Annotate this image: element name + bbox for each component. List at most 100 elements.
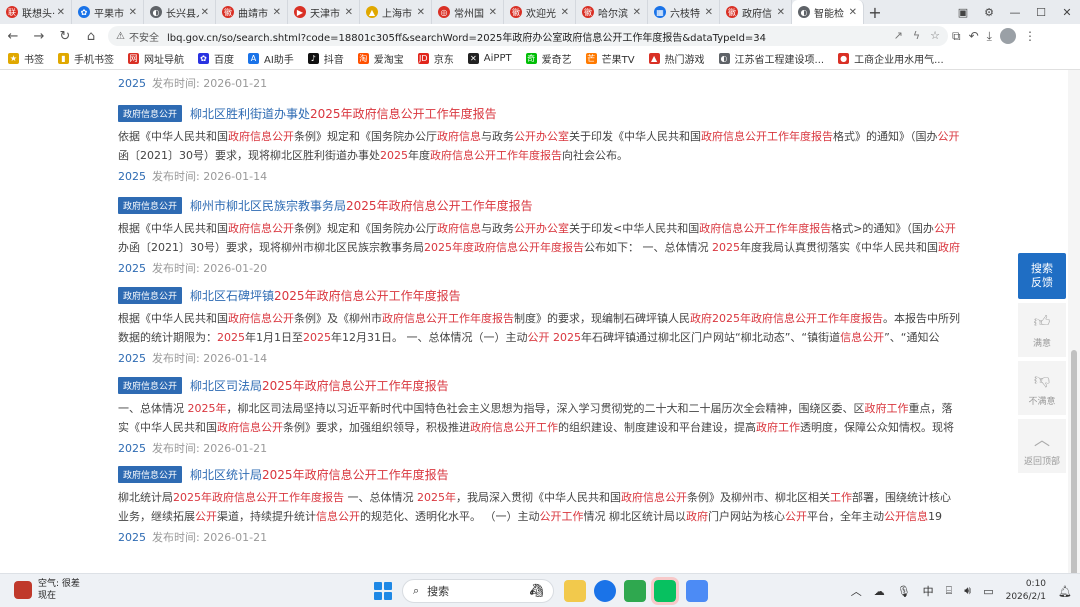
tab-1[interactable]: ✿ 平果市 ✕ [72, 0, 144, 24]
close-icon[interactable]: ✕ [345, 7, 353, 18]
history-back-icon[interactable]: ↶ [969, 29, 979, 43]
close-icon[interactable]: ✕ [561, 7, 569, 18]
volume-icon[interactable]: 🔊︎ [964, 584, 971, 598]
close-icon[interactable]: ✕ [849, 7, 857, 18]
result-title-link[interactable]: 柳北区统计局2025年政府信息公开工作年度报告 [190, 466, 449, 483]
category-badge[interactable]: 政府信息公开 [118, 286, 183, 304]
close-window-icon[interactable]: ✕ [1054, 6, 1080, 19]
tab-3[interactable]: 徽曲靖市 ✕ [216, 0, 288, 24]
bookmark-favicon-icon: A [248, 53, 259, 64]
close-icon[interactable]: ✕ [129, 7, 137, 18]
result-title-link[interactable]: 柳北区司法局2025年政府信息公开工作年度报告 [190, 377, 449, 394]
minimize-icon[interactable]: — [1002, 6, 1028, 19]
reload-icon[interactable]: ↻ [52, 29, 78, 44]
close-icon[interactable]: ✕ [705, 7, 713, 18]
close-icon[interactable]: ✕ [417, 7, 425, 18]
bookmark-item[interactable]: ▲ 热门游戏 [648, 51, 705, 66]
bookmark-star-icon[interactable]: ☆ [930, 29, 940, 42]
bookmark-item[interactable]: ✕ AiPPT [467, 53, 512, 64]
tab-search-icon[interactable]: ▣ [950, 6, 976, 19]
tab-10[interactable]: 徽政府信 ✕ [720, 0, 792, 24]
back-to-top-button[interactable]: ︿ 返回顶部 [1018, 419, 1066, 473]
weather-widget[interactable]: 空气: 很差 现在 [14, 578, 80, 602]
close-icon[interactable]: ✕ [777, 7, 785, 18]
browser-app-icon[interactable] [594, 580, 616, 602]
file-explorer-icon[interactable] [564, 580, 586, 602]
maximize-icon[interactable]: ☐ [1028, 6, 1054, 19]
close-icon[interactable]: ✕ [57, 7, 65, 18]
result-title-link[interactable]: 柳北区石碑坪镇2025年政府信息公开工作年度报告 [190, 287, 461, 304]
bookmark-label: 抖音 [323, 55, 344, 66]
satisfied-button[interactable]: 👍︎ 满意 [1018, 303, 1066, 357]
scrollbar-thumb[interactable] [1071, 350, 1077, 580]
bookmark-item[interactable]: ▮ 手机书签 [58, 51, 114, 66]
bookmark-item[interactable]: ★ 书签 [8, 51, 44, 66]
snippet-segment: 的组织建设、制度建设和平台建设，提高 [558, 421, 756, 434]
microphone-icon[interactable]: 🎙︎ [897, 585, 911, 598]
extensions-icon[interactable]: ⚙ [976, 6, 1002, 19]
clock[interactable]: 0:10 2026/2/1 [1006, 578, 1046, 604]
battery-icon[interactable]: ▭ [983, 585, 993, 598]
bookmark-item[interactable]: 芒芒果TV [585, 51, 635, 66]
close-icon[interactable]: ✕ [201, 7, 209, 18]
result-title-link[interactable]: 柳北区胜利街道办事处2025年政府信息公开工作年度报告 [190, 105, 497, 122]
snippet-segment: 透明度，保障公众知情权。现将 [800, 421, 954, 434]
ime-indicator[interactable]: 中 [923, 583, 934, 599]
wechat-icon[interactable] [651, 577, 679, 605]
url-input[interactable]: ⚠ 不安全 lbq.gov.cn/so/search.shtml?code=18… [108, 26, 948, 46]
bookmark-item[interactable]: ● 工商企业用水用气... [838, 51, 944, 66]
tab-7[interactable]: 徽欢迎光 ✕ [504, 0, 576, 24]
bookmark-item[interactable]: 网网址导航 [128, 51, 184, 66]
bookmark-item[interactable]: ♪ 抖音 [307, 51, 344, 66]
close-icon[interactable]: ✕ [273, 7, 281, 18]
category-badge[interactable]: 政府信息公开 [118, 376, 183, 394]
category-badge[interactable]: 政府信息公开 [118, 196, 183, 214]
category-badge[interactable]: 政府信息公开 [118, 465, 183, 483]
forward-icon[interactable]: → [26, 29, 52, 44]
lightning-icon[interactable]: ϟ [913, 29, 920, 42]
bookmark-item[interactable]: A AI助手 [248, 51, 294, 66]
bookmark-item[interactable]: 淘爱淘宝 [357, 51, 404, 66]
menu-icon[interactable]: ⋮ [1024, 29, 1036, 43]
bookmark-favicon-icon: ♪ [307, 53, 319, 64]
tab-0[interactable]: 联联想头· ✕ [0, 0, 72, 24]
chevron-up-icon[interactable]: ︿ [851, 583, 862, 599]
cloud-icon[interactable]: ☁ [874, 585, 885, 598]
windows-start-icon[interactable] [374, 582, 392, 600]
bookmark-item[interactable]: 奇爱奇艺 [525, 51, 572, 66]
close-icon[interactable]: ✕ [489, 7, 497, 18]
avatar[interactable] [999, 28, 1016, 44]
tab-5[interactable]: ▲ 上海市 ✕ [360, 0, 432, 24]
back-icon[interactable]: ← [0, 29, 26, 44]
bookmark-item[interactable]: JD 京东 [417, 51, 454, 66]
tab-11[interactable]: ◐ 智能检 ✕ [792, 0, 864, 24]
tab-6[interactable]: ◎ 常州国 ✕ [432, 0, 504, 24]
close-icon[interactable]: ✕ [633, 7, 641, 18]
unsatisfied-button[interactable]: 👎︎ 不满意 [1018, 361, 1066, 415]
tool-app-icon[interactable] [686, 580, 708, 602]
result-date: 发布时间: 2026-01-14 [152, 352, 268, 365]
snippet-segment: 信息公开 [316, 510, 360, 523]
bookmark-item[interactable]: ✿ 百度 [198, 51, 234, 66]
search-feedback-button[interactable]: 搜索反馈 [1018, 253, 1066, 299]
snippet-segment: 政府信息 [437, 130, 481, 143]
notification-icon[interactable]: 🔔︎ [1058, 585, 1072, 598]
tab-label: 六枝特 [670, 8, 700, 20]
tab-9[interactable]: ▦ 六枝特 ✕ [648, 0, 720, 24]
taskbar-search[interactable]: ⌕ 搜索 🦓︎ [402, 579, 554, 603]
monitor-app-icon[interactable] [624, 580, 646, 602]
new-tab-button[interactable]: + [864, 3, 886, 22]
network-icon[interactable]: ⌸ [946, 584, 953, 598]
result-title-link[interactable]: 柳州市柳北区民族宗教事务局2025年政府信息公开工作年度报告 [190, 197, 533, 214]
tab-4[interactable]: ▶ 天津市 ✕ [288, 0, 360, 24]
scrollbar[interactable] [1068, 70, 1080, 580]
category-badge[interactable]: 政府信息公开 [118, 104, 183, 122]
tab-label: 联想头· [22, 8, 55, 20]
download-icon[interactable]: ⤓ [987, 29, 992, 44]
share-icon[interactable]: ↗ [894, 29, 903, 42]
tab-2[interactable]: ◐ 长兴县人✕ [144, 0, 216, 24]
tab-8[interactable]: 徽哈尔滨 ✕ [576, 0, 648, 24]
bookmark-item[interactable]: ◐ 江苏省工程建设项... [718, 51, 824, 66]
home-icon[interactable]: ⌂ [78, 29, 104, 44]
extension-puzzle-icon[interactable]: ⧉ [952, 29, 961, 44]
